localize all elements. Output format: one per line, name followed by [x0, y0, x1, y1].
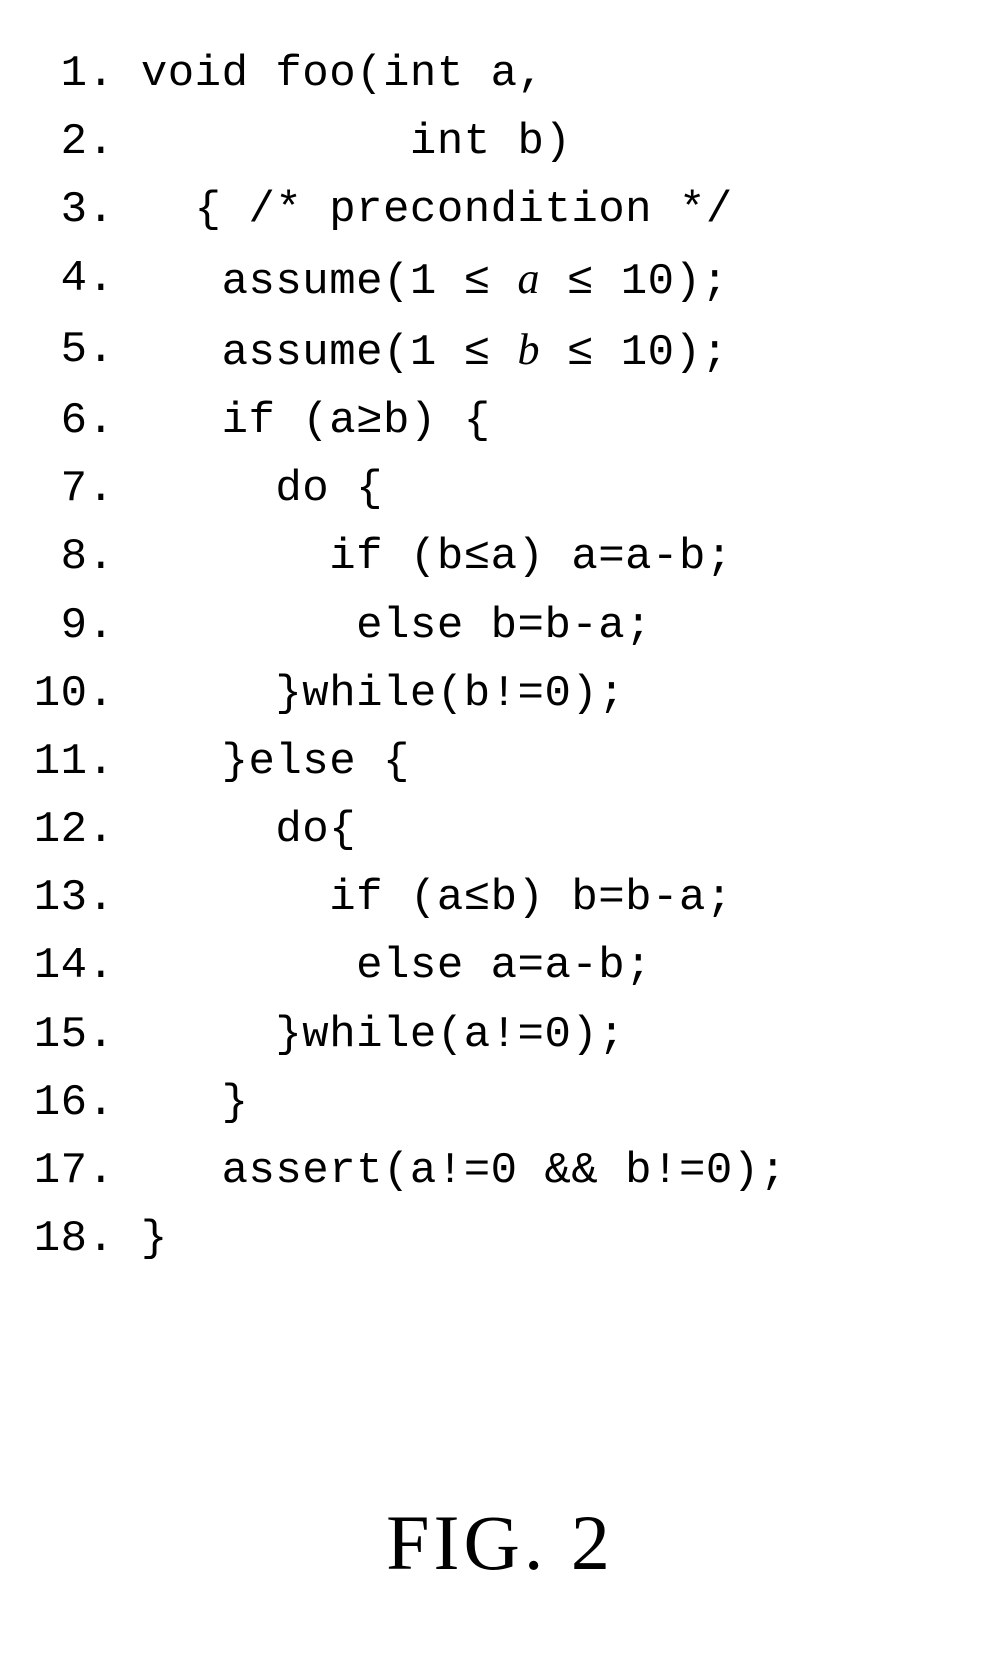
code-text: assume(1 ≤ — [141, 257, 518, 307]
code-text: ≤ 10); — [540, 328, 728, 378]
code-line: 10. }while(b!=0); — [30, 660, 970, 728]
code-line: 16. } — [30, 1069, 970, 1137]
line-number: 12. — [30, 796, 114, 864]
code-listing: 1.void foo(int a,2. int b)3. { /* precon… — [30, 40, 970, 1273]
line-number: 13. — [30, 864, 114, 932]
code-line: 15. }while(a!=0); — [30, 1001, 970, 1069]
code-text: else b=b-a; — [141, 601, 652, 651]
code-text: if (a≤b) b=b-a; — [141, 873, 733, 923]
code-line: 9. else b=b-a; — [30, 592, 970, 660]
code-text: if (a≥b) { — [141, 396, 491, 446]
code-line: 4. assume(1 ≤ a ≤ 10); — [30, 245, 970, 316]
code-line: 3. { /* precondition */ — [30, 176, 970, 244]
line-number: 5. — [30, 316, 114, 387]
line-number: 7. — [30, 455, 114, 523]
line-text: }while(b!=0); — [141, 660, 625, 728]
code-text: ≤ 10); — [540, 257, 728, 307]
code-text: do { — [141, 464, 383, 514]
figure-caption: FIG. 2 — [386, 1499, 614, 1586]
line-number: 11. — [30, 728, 114, 796]
line-number: 3. — [30, 176, 114, 244]
code-text: if (b≤a) a=a-b; — [141, 532, 733, 582]
line-number: 4. — [30, 245, 114, 316]
line-number: 15. — [30, 1001, 114, 1069]
line-text: int b) — [141, 108, 571, 176]
line-text: assert(a!=0 && b!=0); — [141, 1137, 787, 1205]
code-line: 6. if (a≥b) { — [30, 387, 970, 455]
code-text: { /* precondition */ — [141, 185, 733, 235]
line-text: if (a≥b) { — [141, 387, 491, 455]
line-number: 6. — [30, 387, 114, 455]
line-text: }while(a!=0); — [141, 1001, 625, 1069]
code-line: 7. do { — [30, 455, 970, 523]
line-text: if (a≤b) b=b-a; — [141, 864, 733, 932]
line-text: { /* precondition */ — [141, 176, 733, 244]
line-text: assume(1 ≤ a ≤ 10); — [141, 245, 729, 316]
line-text: } — [141, 1069, 249, 1137]
line-text: if (b≤a) a=a-b; — [141, 523, 733, 591]
line-text: } — [141, 1205, 168, 1273]
code-text: } — [141, 1214, 168, 1264]
code-text: assume(1 ≤ — [141, 328, 518, 378]
line-number: 16. — [30, 1069, 114, 1137]
code-line: 13. if (a≤b) b=b-a; — [30, 864, 970, 932]
code-text: void foo(int a, — [141, 49, 545, 99]
figure-page: 1.void foo(int a,2. int b)3. { /* precon… — [0, 0, 1000, 1604]
line-text: else a=a-b; — [141, 932, 652, 1000]
caption-area: FIG. 2 — [30, 1483, 970, 1604]
math-italic: a — [518, 254, 541, 303]
code-line: 8. if (b≤a) a=a-b; — [30, 523, 970, 591]
code-line: 14. else a=a-b; — [30, 932, 970, 1000]
code-text: }while(b!=0); — [141, 669, 625, 719]
line-number: 1. — [30, 40, 114, 108]
line-number: 10. — [30, 660, 114, 728]
code-text: do{ — [141, 805, 356, 855]
line-text: }else { — [141, 728, 410, 796]
code-text: assert(a!=0 && b!=0); — [141, 1146, 787, 1196]
code-line: 17. assert(a!=0 && b!=0); — [30, 1137, 970, 1205]
code-line: 1. void foo(int a, — [30, 40, 970, 108]
code-line: 18.} — [30, 1205, 970, 1273]
line-number: 8. — [30, 523, 114, 591]
code-text: }while(a!=0); — [141, 1010, 625, 1060]
code-line: 5. assume(1 ≤ b ≤ 10); — [30, 316, 970, 387]
math-italic: b — [518, 325, 541, 374]
line-number: 9. — [30, 592, 114, 660]
code-text: } — [141, 1078, 249, 1128]
line-number: 17. — [30, 1137, 114, 1205]
line-number: 18. — [30, 1205, 114, 1273]
code-line: 12. do{ — [30, 796, 970, 864]
line-text: assume(1 ≤ b ≤ 10); — [141, 316, 729, 387]
code-text: }else { — [141, 737, 410, 787]
line-number: 14. — [30, 932, 114, 1000]
line-text: else b=b-a; — [141, 592, 652, 660]
line-text: do { — [141, 455, 383, 523]
code-line: 2. int b) — [30, 108, 970, 176]
line-text: void foo(int a, — [141, 40, 545, 108]
code-text: int b) — [141, 117, 571, 167]
line-number: 2. — [30, 108, 114, 176]
code-text: else a=a-b; — [141, 941, 652, 991]
code-line: 11. }else { — [30, 728, 970, 796]
line-text: do{ — [141, 796, 356, 864]
